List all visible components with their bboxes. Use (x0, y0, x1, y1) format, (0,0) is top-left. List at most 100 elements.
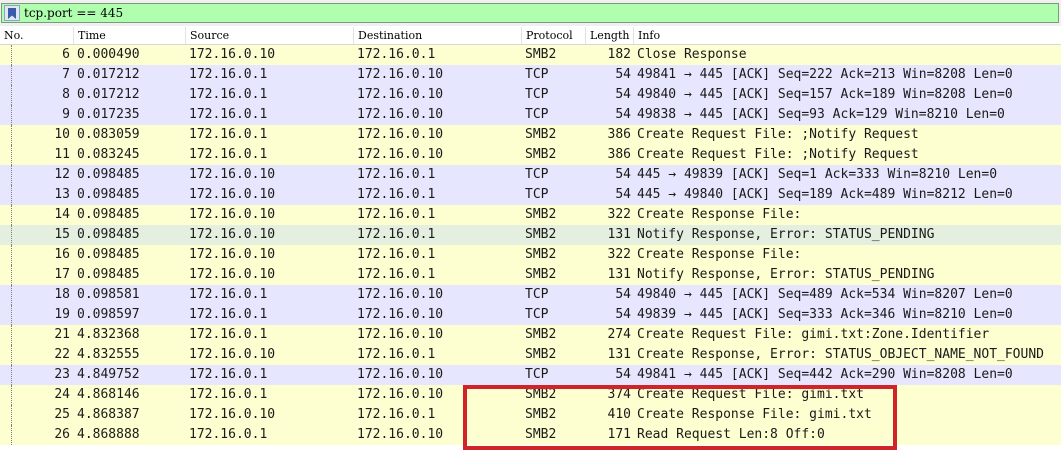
packet-row[interactable]: 16 0.098485 172.16.0.10 172.16.0.1 SMB2 322 Cr… (0, 245, 1061, 265)
packet-protocol: SMB2 (525, 347, 557, 362)
packet-row[interactable]: 15 0.098485 172.16.0.10 172.16.0.1 SMB2 131 No… (0, 225, 1061, 245)
packet-row[interactable]: 19 0.098597 172.16.0.1 172.16.0.10 TCP 54 4983… (0, 305, 1061, 325)
packet-length: 322 (607, 247, 631, 262)
packet-row[interactable]: 22 4.832555 172.16.0.10 172.16.0.1 SMB2 131 Cr… (0, 345, 1061, 365)
packet-protocol: SMB2 (525, 327, 557, 342)
packet-no: 21 (54, 327, 70, 342)
packet-source: 172.16.0.10 (189, 407, 276, 422)
packet-no: 13 (54, 187, 70, 202)
packet-source: 172.16.0.1 (189, 287, 268, 302)
packet-no: 24 (54, 387, 70, 402)
packet-info: Create Request File: gimi.txt:Zone.Ident… (637, 327, 990, 342)
packet-destination: 172.16.0.10 (357, 287, 444, 302)
packet-destination: 172.16.0.1 (357, 347, 436, 362)
packet-destination: 172.16.0.10 (357, 307, 444, 322)
column-header-info[interactable]: Info (633, 27, 1061, 44)
packet-row[interactable]: 8 0.017212 172.16.0.1 172.16.0.10 TCP 54 49840… (0, 85, 1061, 105)
packet-source: 172.16.0.1 (189, 307, 268, 322)
packet-length: 54 (615, 367, 631, 382)
packet-info: Create Request File: ;Notify Request (637, 127, 919, 142)
packet-protocol: TCP (525, 107, 549, 122)
packet-length: 54 (615, 187, 631, 202)
packet-no: 15 (54, 227, 70, 242)
column-header-destination[interactable]: Destination (353, 27, 521, 44)
packet-row[interactable]: 14 0.098485 172.16.0.10 172.16.0.1 SMB2 322 Cr… (0, 205, 1061, 225)
packet-info: Read Request Len:8 Off:0 (637, 427, 825, 442)
packet-source: 172.16.0.10 (189, 47, 276, 62)
packet-info: Create Response File: (637, 247, 802, 262)
display-filter-input[interactable]: tcp.port == 445 (1, 3, 1059, 23)
packet-time: 0.098485 (77, 267, 140, 282)
packet-info: 49841 → 445 [ACK] Seq=222 Ack=213 Win=82… (637, 67, 1013, 82)
packet-protocol: TCP (525, 87, 549, 102)
packet-info: 49840 → 445 [ACK] Seq=489 Ack=534 Win=82… (637, 287, 1013, 302)
column-header-length[interactable]: Length (585, 27, 633, 44)
packet-time: 0.098581 (77, 287, 140, 302)
packet-row[interactable]: 25 4.868387 172.16.0.10 172.16.0.1 SMB2 410 Cr… (0, 405, 1061, 425)
packet-source: 172.16.0.10 (189, 247, 276, 262)
packet-protocol: SMB2 (525, 247, 557, 262)
packet-destination: 172.16.0.1 (357, 207, 436, 222)
packet-length: 54 (615, 167, 631, 182)
packet-row[interactable]: 26 4.868888 172.16.0.1 172.16.0.10 SMB2 171 Re… (0, 425, 1061, 445)
packet-destination: 172.16.0.1 (357, 47, 436, 62)
column-header-source[interactable]: Source (185, 27, 353, 44)
packet-protocol: SMB2 (525, 147, 557, 162)
packet-row[interactable]: 9 0.017235 172.16.0.1 172.16.0.10 TCP 54 49838… (0, 105, 1061, 125)
packet-time: 4.868387 (77, 407, 140, 422)
bookmark-icon[interactable] (4, 5, 20, 21)
packet-no: 16 (54, 247, 70, 262)
packet-row[interactable]: 11 0.083245 172.16.0.1 172.16.0.10 SMB2 386 Cr… (0, 145, 1061, 165)
column-header-protocol[interactable]: Protocol (521, 27, 585, 44)
packet-source: 172.16.0.10 (189, 207, 276, 222)
packet-time: 0.017212 (77, 67, 140, 82)
packet-row[interactable]: 13 0.098485 172.16.0.10 172.16.0.1 TCP 54 445 … (0, 185, 1061, 205)
packet-row[interactable]: 10 0.083059 172.16.0.1 172.16.0.10 SMB2 386 Cr… (0, 125, 1061, 145)
packet-time: 0.098485 (77, 187, 140, 202)
packet-protocol: TCP (525, 167, 549, 182)
packet-length: 131 (607, 267, 631, 282)
packet-source: 172.16.0.1 (189, 127, 268, 142)
packet-no: 26 (54, 427, 70, 442)
packet-no: 23 (54, 367, 70, 382)
packet-length: 386 (607, 127, 631, 142)
packet-row[interactable]: 12 0.098485 172.16.0.10 172.16.0.1 TCP 54 445 … (0, 165, 1061, 185)
packet-protocol: TCP (525, 187, 549, 202)
packet-source: 172.16.0.1 (189, 67, 268, 82)
packet-row[interactable]: 6 0.000490 172.16.0.10 172.16.0.1 SMB2 182 Clo… (0, 45, 1061, 65)
packet-info: Create Request File: ;Notify Request (637, 147, 919, 162)
packet-time: 0.098597 (77, 307, 140, 322)
packet-destination: 172.16.0.1 (357, 187, 436, 202)
column-header-no[interactable]: No. (0, 27, 72, 44)
packet-length: 322 (607, 207, 631, 222)
packet-row[interactable]: 21 4.832368 172.16.0.1 172.16.0.10 SMB2 274 Cr… (0, 325, 1061, 345)
packet-no: 6 (62, 47, 70, 62)
packet-row[interactable]: 24 4.868146 172.16.0.1 172.16.0.10 SMB2 374 Cr… (0, 385, 1061, 405)
packet-time: 4.832555 (77, 347, 140, 362)
packet-destination: 172.16.0.10 (357, 127, 444, 142)
packet-time: 0.000490 (77, 47, 140, 62)
packet-protocol: SMB2 (525, 207, 557, 222)
packet-time: 0.083245 (77, 147, 140, 162)
packet-protocol: TCP (525, 367, 549, 382)
packet-time: 4.849752 (77, 367, 140, 382)
packet-destination: 172.16.0.1 (357, 247, 436, 262)
packet-row[interactable]: 23 4.849752 172.16.0.1 172.16.0.10 TCP 54 4984… (0, 365, 1061, 385)
packet-length: 54 (615, 87, 631, 102)
display-filter-text: tcp.port == 445 (24, 6, 124, 20)
packet-info: 49840 → 445 [ACK] Seq=157 Ack=189 Win=82… (637, 87, 1013, 102)
packet-source: 172.16.0.1 (189, 327, 268, 342)
packet-source: 172.16.0.10 (189, 227, 276, 242)
packet-destination: 172.16.0.1 (357, 407, 436, 422)
column-header-time[interactable]: Time (73, 27, 185, 44)
packet-time: 0.098485 (77, 227, 140, 242)
packet-row[interactable]: 7 0.017212 172.16.0.1 172.16.0.10 TCP 54 49841… (0, 65, 1061, 85)
packet-row[interactable]: 17 0.098485 172.16.0.10 172.16.0.1 SMB2 131 No… (0, 265, 1061, 285)
packet-row[interactable]: 18 0.098581 172.16.0.1 172.16.0.10 TCP 54 4984… (0, 285, 1061, 305)
packet-source: 172.16.0.10 (189, 187, 276, 202)
packet-destination: 172.16.0.1 (357, 227, 436, 242)
packet-no: 25 (54, 407, 70, 422)
packet-protocol: TCP (525, 307, 549, 322)
packet-protocol: SMB2 (525, 227, 557, 242)
packet-info: Close Response (637, 47, 747, 62)
